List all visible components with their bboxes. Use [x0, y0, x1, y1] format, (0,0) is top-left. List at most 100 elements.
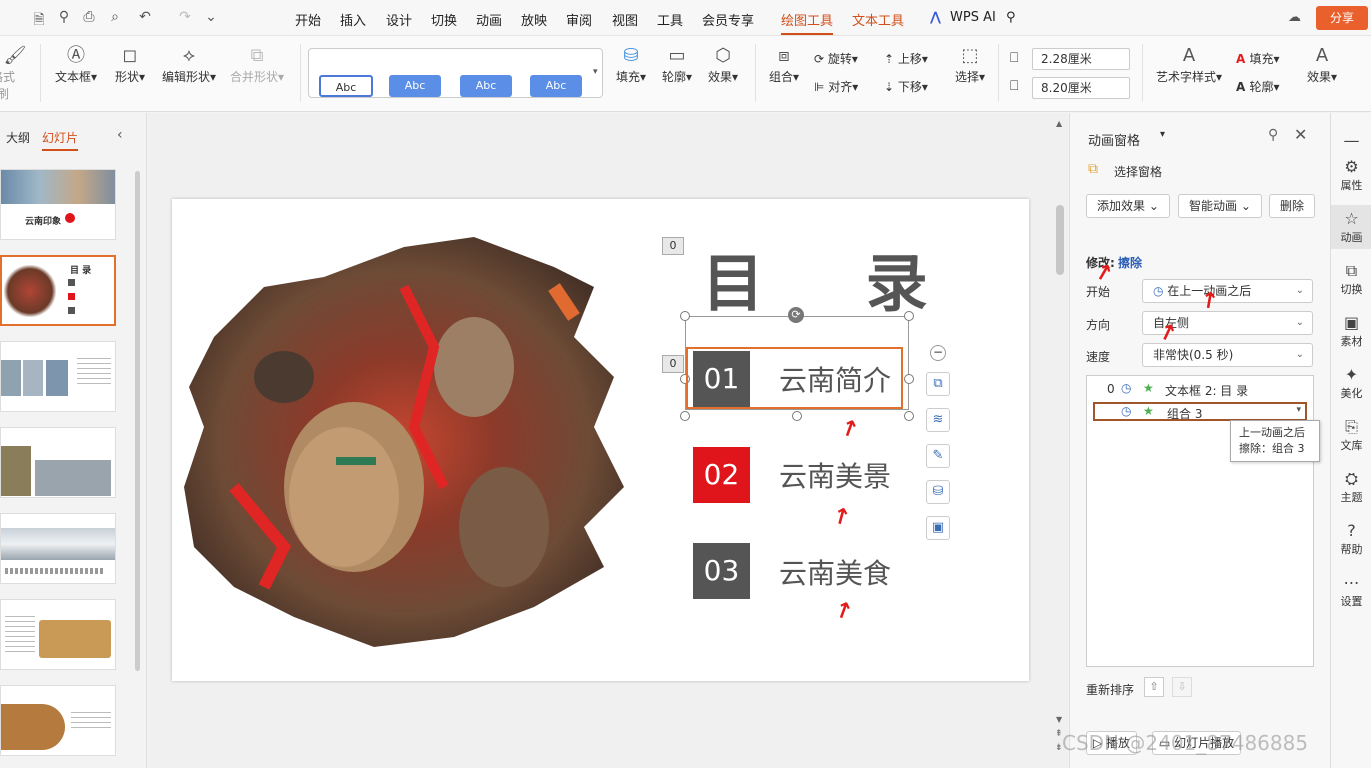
- share-button[interactable]: 分享: [1316, 6, 1368, 30]
- menu-animation[interactable]: 动画: [476, 10, 502, 29]
- resize-handle[interactable]: [904, 374, 914, 384]
- sidebar-item-help[interactable]: ? 帮助: [1331, 521, 1371, 557]
- sidebar-item-materials[interactable]: ▣ 素材: [1331, 313, 1371, 349]
- slide-thumbnail-4[interactable]: [0, 427, 116, 498]
- redo-icon[interactable]: ↷: [176, 9, 194, 25]
- menu-review[interactable]: 审阅: [566, 10, 592, 29]
- sidebar-item-properties[interactable]: ⚙ 属性: [1331, 157, 1371, 193]
- list-item[interactable]: 0 ◷ ★ 文本框 2: 目 录: [1087, 380, 1313, 400]
- menu-design[interactable]: 设计: [386, 10, 412, 29]
- wps-ai-icon[interactable]: ⋀: [930, 10, 941, 25]
- slide-thumbnail-5[interactable]: [0, 513, 116, 584]
- text-outline-button[interactable]: A 轮廓▾: [1236, 78, 1280, 95]
- search-icon[interactable]: ⚲: [1006, 10, 1016, 25]
- scroll-up-icon[interactable]: ▲: [1056, 119, 1062, 128]
- slide-thumbnail-7[interactable]: [0, 685, 116, 756]
- thumbnail-scrollbar[interactable]: [135, 171, 140, 671]
- move-down-button[interactable]: ⇣ 下移▾: [884, 78, 928, 95]
- cloud-upload-icon[interactable]: ☁: [1288, 10, 1301, 25]
- menu-insert[interactable]: 插入: [340, 10, 366, 29]
- menu-view[interactable]: 视图: [612, 10, 638, 29]
- menu-text-tools[interactable]: 文本工具: [852, 10, 904, 29]
- chevron-down-icon[interactable]: ▾: [1160, 129, 1165, 140]
- height-input[interactable]: 2.28厘米: [1032, 48, 1130, 70]
- style-option-1[interactable]: Abc: [319, 75, 373, 97]
- fill-button[interactable]: ⛁ 填充▾: [612, 44, 650, 85]
- sidebar-item-theme[interactable]: ⛭ 主题: [1331, 469, 1371, 505]
- undo-icon[interactable]: ↶: [136, 9, 154, 25]
- gallery-expand-icon[interactable]: ▾: [593, 67, 598, 77]
- tab-outline[interactable]: 大纲: [6, 129, 30, 146]
- sidebar-item-beautify[interactable]: ✦ 美化: [1331, 365, 1371, 401]
- text-fill-button[interactable]: A 填充▾: [1236, 50, 1280, 67]
- print-icon[interactable]: ⎙: [80, 9, 98, 25]
- style-option-2[interactable]: Abc: [389, 75, 441, 97]
- style-option-3[interactable]: Abc: [460, 75, 512, 97]
- rotate-handle-icon[interactable]: ⟳: [788, 307, 804, 323]
- resize-handle[interactable]: [792, 411, 802, 421]
- menu-transition[interactable]: 切换: [431, 10, 457, 29]
- border-icon[interactable]: ▣: [926, 516, 950, 540]
- menu-slideshow[interactable]: 放映: [521, 10, 547, 29]
- sidebar-item-settings[interactable]: ⋯ 设置: [1331, 573, 1371, 609]
- item-number-1[interactable]: 01: [693, 351, 750, 407]
- save-icon[interactable]: 🗎: [30, 9, 48, 33]
- text-effect-button[interactable]: A 效果▾: [1302, 44, 1342, 85]
- menu-drawing-tools[interactable]: 绘图工具: [781, 10, 834, 35]
- slide-thumbnail-2[interactable]: 目 录: [0, 255, 116, 326]
- group-float-icon[interactable]: ⧉: [926, 372, 950, 396]
- textbox-button[interactable]: Ⓐ 文本框▾: [52, 44, 100, 85]
- select-button[interactable]: ⬚ 选择▾: [950, 44, 990, 85]
- resize-handle[interactable]: [904, 311, 914, 321]
- move-up-arrow-icon[interactable]: ⇧: [1144, 677, 1164, 697]
- item-number-3[interactable]: 03: [693, 543, 750, 599]
- rotate-button[interactable]: ⟳ 旋转▾: [814, 50, 858, 67]
- collapse-pane-icon[interactable]: ‹: [117, 127, 123, 143]
- scroll-down-icon[interactable]: ▼: [1056, 715, 1062, 724]
- move-down-arrow-icon[interactable]: ⇩: [1172, 677, 1192, 697]
- start-dropdown[interactable]: ◷ 在上一动画之后 ⌄: [1142, 279, 1313, 303]
- pen-icon[interactable]: ✎: [926, 444, 950, 468]
- layers-icon[interactable]: ≋: [926, 408, 950, 432]
- menu-member[interactable]: 会员专享: [702, 10, 754, 29]
- print-preview-icon[interactable]: ⌕: [106, 9, 124, 25]
- slide-title[interactable]: 目 录: [702, 233, 968, 323]
- resize-handle[interactable]: [680, 311, 690, 321]
- menu-tools[interactable]: 工具: [657, 10, 683, 29]
- group-button[interactable]: ⧈ 组合▾: [764, 44, 804, 85]
- slide-thumbnail-3[interactable]: [0, 341, 116, 412]
- resize-handle[interactable]: [904, 411, 914, 421]
- edit-shape-button[interactable]: ⟡ 编辑形状▾: [158, 44, 220, 85]
- format-painter-button[interactable]: 🖌 格式刷: [0, 44, 30, 102]
- item-label-2[interactable]: 云南美景: [779, 455, 891, 495]
- add-effect-button[interactable]: 添加效果 ⌄: [1086, 194, 1170, 218]
- item-dropdown-icon[interactable]: ▾: [1296, 405, 1301, 415]
- more-dropdown-icon[interactable]: ⌄: [202, 9, 220, 25]
- selection-pane-link[interactable]: 选择窗格: [1114, 163, 1162, 180]
- width-input[interactable]: 8.20厘米: [1032, 77, 1130, 99]
- animation-order-badge[interactable]: 0: [662, 237, 684, 255]
- item-label-1[interactable]: 云南简介: [779, 359, 891, 399]
- shape-button[interactable]: ◻ 形状▾: [110, 44, 150, 85]
- delete-button[interactable]: 删除: [1269, 194, 1316, 218]
- sidebar-item-animation[interactable]: ☆ 动画: [1331, 205, 1371, 249]
- align-button[interactable]: ⊫ 对齐▾: [814, 78, 858, 95]
- collapse-toolbar-icon[interactable]: −: [930, 345, 946, 361]
- tab-slides[interactable]: 幻灯片: [42, 129, 79, 151]
- menu-wps-ai[interactable]: WPS AI: [950, 10, 996, 25]
- smart-animation-button[interactable]: 智能动画 ⌄: [1178, 194, 1262, 218]
- sidebar-item-library[interactable]: ⎘ 文库: [1331, 417, 1371, 453]
- move-up-button[interactable]: ⇡ 上移▾: [884, 50, 928, 67]
- outline-button[interactable]: ▭ 轮廓▾: [656, 44, 698, 85]
- item-number-2[interactable]: 02: [693, 447, 750, 503]
- style-option-4[interactable]: Abc: [530, 75, 582, 97]
- close-icon[interactable]: ✕: [1294, 125, 1307, 144]
- slide-canvas[interactable]: 0 目 录 0 ⟳ 01 云南简介 02 云南美景 03 云南美食 ↑ ↑ ↑: [172, 199, 1029, 681]
- item-label-3[interactable]: 云南美食: [779, 552, 891, 592]
- list-item[interactable]: ◷ ★ 组合 3 ▾: [1093, 402, 1307, 421]
- animation-order-badge[interactable]: 0: [662, 355, 684, 373]
- selection-pane-icon[interactable]: ⧉: [1088, 161, 1098, 177]
- animation-pane-title[interactable]: 动画窗格: [1088, 130, 1140, 149]
- sidebar-collapse-icon[interactable]: —: [1331, 131, 1371, 151]
- merge-shape-button[interactable]: ⧉ 合并形状▾: [226, 44, 288, 85]
